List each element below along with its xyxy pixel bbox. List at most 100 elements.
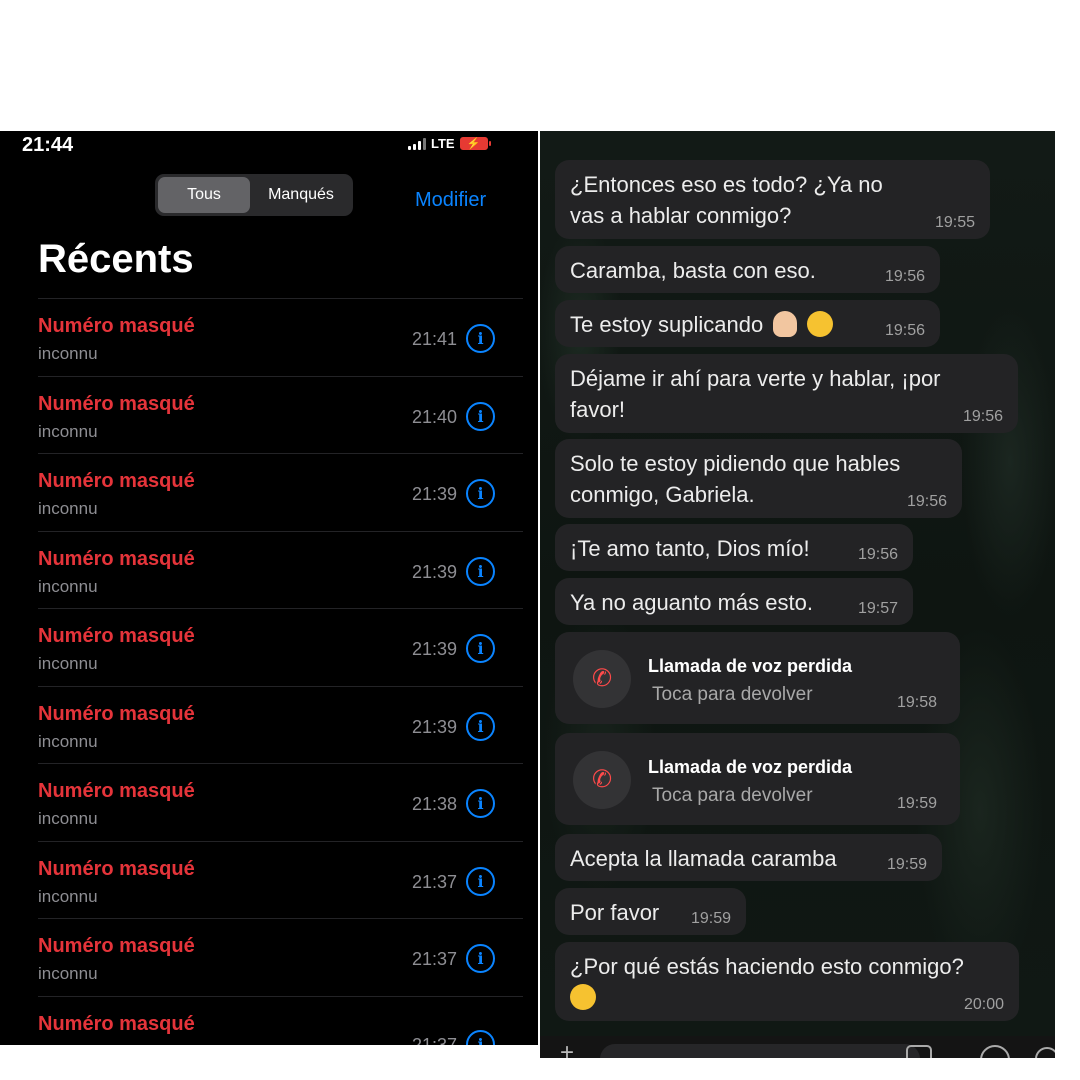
call-time: 21:40 (411, 406, 457, 427)
info-icon[interactable]: i (466, 789, 495, 818)
caller-label: inconnu (38, 344, 98, 363)
call-row[interactable]: Numéro masqué inconnu 21:37 i (38, 842, 523, 919)
missed-call-icon: ✆ (573, 650, 631, 708)
status-indicators: LTE ⚡ (408, 136, 491, 151)
call-time: 21:37 (411, 1034, 457, 1046)
message-input[interactable] (600, 1044, 920, 1058)
call-row[interactable]: Numéro masqué inconnu 21:39 i (38, 454, 523, 532)
caller-name: Numéro masqué (38, 857, 195, 880)
message-bubble[interactable]: Solo te estoy pidiendo que hables conmig… (555, 439, 962, 518)
pleading-face-emoji-icon (570, 984, 596, 1011)
caller-name: Numéro masqué (38, 780, 195, 802)
message-time: 19:59 (886, 856, 927, 873)
message-time: 19:59 (897, 795, 938, 812)
missed-call-icon: ✆ (573, 751, 631, 809)
pensive-face-emoji-icon (807, 311, 834, 338)
caller-name: Numéro masqué (38, 470, 195, 492)
message-text: Ya no aguanto más esto. (570, 590, 813, 615)
message-time: 19:57 (857, 600, 898, 617)
message-bubble[interactable]: Acepta la llamada caramba 19:59 (555, 834, 942, 881)
caller-label: inconnu (38, 576, 98, 596)
call-row[interactable]: Numéro masqué inconnu 21:37 i (38, 997, 523, 1046)
battery-icon: ⚡ (459, 137, 491, 150)
caller-label: inconnu (38, 964, 98, 983)
call-row[interactable]: Numéro masqué inconnu 21:38 i (38, 764, 523, 842)
call-time: 21:41 (411, 329, 457, 349)
message-text: Déjame ir ahí para verte y hablar, ¡por … (570, 366, 941, 422)
message-text: Por favor (570, 900, 660, 925)
info-icon[interactable]: i (466, 634, 495, 663)
caller-label: inconnu (38, 654, 98, 673)
info-icon[interactable]: i (466, 944, 495, 973)
man-facepalming-emoji-icon (773, 311, 798, 338)
caller-name: Numéro masqué (38, 392, 195, 415)
info-icon[interactable]: i (466, 866, 495, 896)
info-icon[interactable]: i (466, 1029, 495, 1045)
message-text: Caramba, basta con eso. (570, 258, 816, 283)
caller-name: Numéro masqué (38, 547, 195, 570)
call-time: 21:37 (411, 949, 457, 969)
message-bubble[interactable]: ¿Entonces eso es todo? ¿Ya no vas a habl… (555, 160, 990, 239)
call-row[interactable]: Numéro masqué inconnu 21:37 i (38, 919, 523, 997)
caller-label: inconnu (38, 499, 98, 518)
info-icon[interactable]: i (466, 556, 495, 586)
caller-name: Numéro masqué (38, 935, 195, 957)
network-label: LTE (431, 136, 455, 151)
call-row[interactable]: Numéro masqué inconnu 21:39 i (38, 609, 523, 687)
segmented-control: Tous Manqués (155, 174, 353, 216)
message-text: ¿Entonces eso es todo? ¿Ya no vas a habl… (570, 172, 883, 228)
message-time: 19:55 (934, 214, 975, 231)
caller-label: inconnu (38, 421, 98, 441)
signal-icon (408, 137, 426, 150)
call-row[interactable]: Numéro masqué inconnu 21:40 i (38, 377, 523, 454)
caller-label: inconnu (38, 809, 98, 828)
message-text: Solo te estoy pidiendo que hables conmig… (570, 451, 901, 507)
call-row[interactable]: Numéro masqué inconnu 21:39 i (38, 532, 523, 609)
call-time: 21:37 (411, 871, 457, 892)
info-icon[interactable]: i (466, 479, 495, 508)
tab-missed[interactable]: Manqués (252, 177, 350, 213)
info-icon[interactable]: i (466, 401, 495, 431)
caller-name: Numéro masqué (38, 315, 195, 337)
message-bubble[interactable]: Te estoy suplicando 19:56 (555, 300, 940, 347)
phone-recents-screen: 21:44 LTE ⚡ Tous Manqués Modifier Récent… (0, 131, 538, 1045)
message-bubble[interactable]: Por favor 19:59 (555, 888, 746, 935)
message-time: 20:00 (963, 996, 1004, 1013)
message-time: 19:59 (690, 910, 731, 927)
message-bubble[interactable]: ¡Te amo tanto, Dios mío! 19:56 (555, 524, 913, 571)
message-bubble[interactable]: ¿Por qué estás haciendo esto conmigo? 20… (555, 942, 1019, 1021)
message-time: 19:56 (962, 408, 1003, 425)
missed-call-bubble[interactable]: ✆ Llamada de voz perdida Toca para devol… (555, 632, 960, 724)
page-title: Récents (38, 237, 194, 281)
missed-call-title: Llamada de voz perdida (648, 656, 853, 676)
status-time: 21:44 (22, 134, 74, 156)
caller-name: Numéro masqué (38, 625, 195, 647)
plus-icon[interactable]: + (560, 1039, 574, 1058)
sticker-icon[interactable] (906, 1045, 932, 1058)
chat-screen: ¿Entonces eso es todo? ¿Ya no vas a habl… (540, 131, 1055, 1058)
message-bubble[interactable]: Ya no aguanto más esto. 19:57 (555, 578, 913, 625)
message-bubble[interactable]: Déjame ir ahí para verte y hablar, ¡por … (555, 354, 1018, 433)
message-bubble[interactable]: Caramba, basta con eso. 19:56 (555, 246, 940, 293)
missed-call-bubble[interactable]: ✆ Llamada de voz perdida Toca para devol… (555, 733, 960, 825)
message-time: 19:56 (884, 268, 925, 285)
call-row[interactable]: Numéro masqué inconnu 21:39 i (38, 687, 523, 764)
tab-all[interactable]: Tous (158, 177, 250, 213)
missed-call-subtitle: Toca para devolver (652, 684, 813, 705)
call-time: 21:39 (411, 561, 457, 582)
message-time: 19:56 (884, 322, 925, 339)
message-time: 19:58 (897, 694, 938, 711)
info-icon[interactable]: i (466, 324, 495, 353)
caller-name: Numéro masqué (38, 1012, 195, 1035)
call-row[interactable]: Numéro masqué inconnu 21:41 i (38, 299, 523, 377)
message-text: ¡Te amo tanto, Dios mío! (570, 536, 810, 561)
caller-label: inconnu (38, 1042, 98, 1046)
caller-label: inconnu (38, 731, 98, 751)
edit-button[interactable]: Modifier (415, 189, 486, 212)
missed-call-subtitle: Toca para devolver (652, 785, 813, 806)
message-text: Acepta la llamada caramba (570, 846, 837, 871)
message-text: Te estoy suplicando (570, 312, 764, 337)
info-icon[interactable]: i (466, 711, 495, 741)
call-time: 21:39 (411, 716, 457, 737)
call-time: 21:38 (411, 794, 457, 814)
